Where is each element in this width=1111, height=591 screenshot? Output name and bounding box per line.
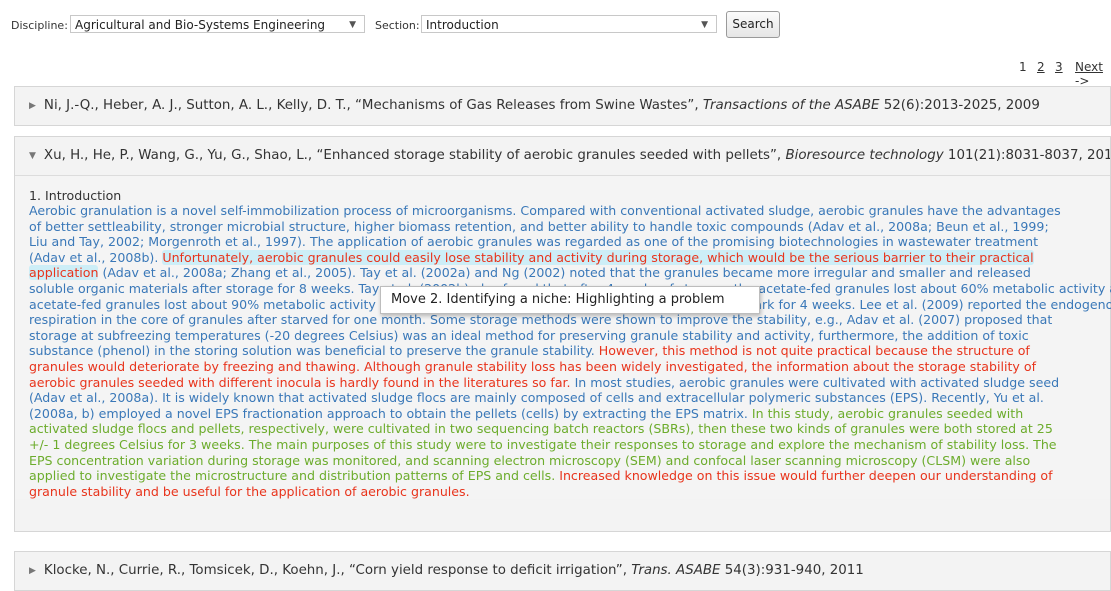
move-tooltip: Move 2. Identifying a niche: Highlightin…: [380, 286, 760, 314]
paragraph-segment: (Adav et al., 2008b).: [29, 249, 163, 265]
result-title: “Mechanisms of Gas Releases from Swine W…: [355, 98, 703, 113]
result-citation: 52(6):2013-2025, 2009: [879, 98, 1040, 113]
result-title: “Corn yield response to deficit irrigati…: [349, 563, 632, 578]
result-title: “Enhanced storage stability of aerobic g…: [316, 148, 786, 163]
discipline-value: Agricultural and Bio-Systems Engineering: [75, 18, 326, 32]
paragraph-segment: of better settleability, stronger microb…: [29, 218, 1049, 234]
paragraph-segment: Liu and Tay, 2002; Morgenroth et al., 19…: [29, 234, 1039, 250]
page-2-link[interactable]: 2: [1037, 60, 1045, 74]
paragraph-segment: +/- 1 degrees Celsius for 3 weeks. The m…: [29, 436, 1057, 452]
introduction-paragraph: Aerobic granulation is a novel self-immo…: [29, 203, 1111, 499]
paragraph-segment: EPS concentration variation during stora…: [29, 452, 1031, 468]
paragraph-segment: In most studies, aerobic granules were c…: [570, 374, 1060, 390]
result-authors: Klocke, N., Currie, R., Tomsicek, D., Ko…: [43, 563, 350, 578]
section-select[interactable]: Introduction ▼: [421, 15, 717, 33]
paragraph-segment: Unfortunately, aerobic granules could ea…: [162, 249, 1034, 265]
result-journal: Trans. ASABE: [631, 563, 721, 578]
collapse-arrow-icon[interactable]: ▼: [29, 137, 36, 175]
paragraph-segment: Increased knowledge on this issue would …: [559, 468, 1053, 484]
paragraph-segment: (2008a, b) employed a novel EPS fraction…: [29, 405, 752, 421]
paragraph-segment: activated sludge flocs and pellets, resp…: [29, 421, 1053, 437]
result-citation: 54(3):931-940, 2011: [720, 563, 864, 578]
result-header[interactable]: ▶ Ni, J.-Q., Heber, A. J., Sutton, A. L.,…: [15, 87, 1110, 125]
result-item: ▶ Klocke, N., Currie, R., Tomsicek, D., K…: [14, 551, 1111, 591]
search-toolbar: Discipline: Agricultural and Bio-Systems…: [0, 0, 1111, 88]
paragraph-segment: Aerobic granulation is a novel self-immo…: [29, 203, 1061, 218]
paragraph-segment: application: [29, 265, 99, 281]
search-button[interactable]: Search: [726, 11, 780, 38]
chevron-down-icon: ▼: [701, 20, 708, 30]
result-item-expanded: ▼ Xu, H., He, P., Wang, G., Yu, G., Shao,…: [14, 136, 1111, 532]
paragraph-segment: respiration in the core of granules afte…: [29, 312, 1053, 328]
paragraph-segment: granule stability and be useful for the …: [29, 483, 470, 499]
paragraph-segment: aerobic granules seeded with different i…: [29, 374, 571, 390]
expand-arrow-icon[interactable]: ▶: [29, 552, 36, 590]
paragraph-segment: However, this method is not quite practi…: [598, 343, 1030, 359]
result-journal: Bioresource technology: [785, 148, 944, 163]
result-journal: Transactions of the ASABE: [702, 98, 880, 113]
section-value: Introduction: [426, 18, 499, 32]
discipline-select[interactable]: Agricultural and Bio-Systems Engineering…: [70, 15, 365, 33]
paragraph-segment: In this study, aerobic granules seeded w…: [751, 405, 1024, 421]
page-1: 1: [1019, 60, 1027, 74]
page-3-link[interactable]: 3: [1055, 60, 1063, 74]
next-page-link[interactable]: Next ->: [1075, 60, 1111, 88]
result-body: 1. Introduction Aerobic granulation is a…: [15, 176, 1111, 500]
section-heading: 1. Introduction: [29, 188, 122, 203]
result-authors: Ni, J.-Q., Heber, A. J., Sutton, A. L., …: [43, 98, 355, 113]
paragraph-segment: applied to investigate the microstructur…: [29, 468, 560, 484]
paragraph-segment: (Adav et al., 2008a). It is widely known…: [29, 390, 1044, 406]
expand-arrow-icon[interactable]: ▶: [29, 87, 36, 125]
paragraph-segment: (Adav et al., 2008a; Zhang et al., 2005)…: [98, 265, 1031, 281]
result-header[interactable]: ▼ Xu, H., He, P., Wang, G., Yu, G., Shao,…: [15, 137, 1110, 176]
discipline-label: Discipline:: [11, 19, 68, 32]
result-item: ▶ Ni, J.-Q., Heber, A. J., Sutton, A. L.,…: [14, 86, 1111, 126]
paragraph-segment: substance (phenol) in the storing soluti…: [29, 343, 599, 359]
section-label: Section:: [375, 19, 420, 32]
result-header[interactable]: ▶ Klocke, N., Currie, R., Tomsicek, D., K…: [15, 552, 1110, 590]
result-citation: 101(21):8031-8037, 2010: [943, 148, 1110, 163]
paragraph-segment: granules would deteriorate by freezing a…: [29, 358, 1037, 374]
chevron-down-icon: ▼: [349, 20, 356, 30]
paragraph-segment: storage at subfreezing temperatures (-20…: [29, 327, 1029, 343]
result-authors: Xu, H., He, P., Wang, G., Yu, G., Shao, …: [43, 148, 317, 163]
